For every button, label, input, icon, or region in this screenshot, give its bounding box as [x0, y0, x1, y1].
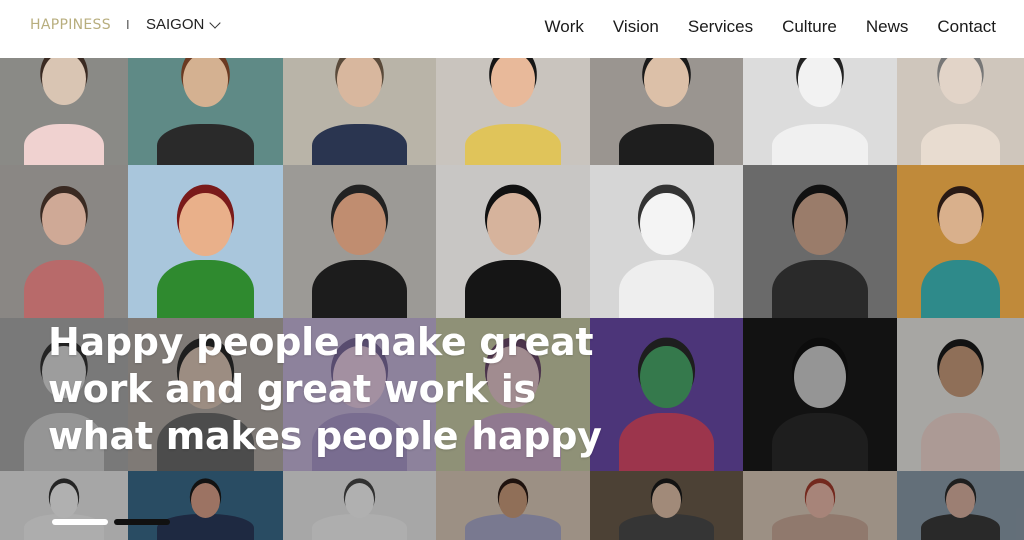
- portrait-face: [183, 58, 228, 107]
- portrait-tile: [283, 471, 436, 540]
- nav-culture[interactable]: Culture: [782, 17, 837, 37]
- portrait-face: [640, 192, 693, 255]
- carousel-dot[interactable]: [52, 519, 108, 525]
- portrait-body: [921, 124, 1000, 165]
- tile-dimmer: [743, 471, 897, 540]
- portrait-tile: [897, 318, 1024, 471]
- portrait-tile: [743, 471, 897, 540]
- portrait-tile: [590, 165, 743, 318]
- portrait-tile: [0, 471, 128, 540]
- portrait-body: [619, 124, 714, 165]
- nav-services[interactable]: Services: [688, 17, 753, 37]
- nav-vision[interactable]: Vision: [613, 17, 659, 37]
- portrait-tile: [897, 58, 1024, 165]
- portrait-body: [619, 259, 714, 318]
- portrait-body: [312, 259, 407, 318]
- portrait-face: [793, 192, 847, 256]
- portrait-tile: [128, 471, 283, 540]
- portrait-body: [24, 124, 104, 165]
- hero-line: Happy people make great: [48, 320, 594, 364]
- portrait-face: [337, 58, 382, 107]
- portrait-body: [24, 259, 104, 318]
- portrait-face: [179, 192, 232, 256]
- tile-dimmer: [897, 318, 1024, 471]
- portrait-tile: [743, 318, 897, 471]
- portrait-tile: [897, 471, 1024, 540]
- portrait-tile: [743, 165, 897, 318]
- portrait-tile: [283, 58, 436, 165]
- portrait-tile: [436, 165, 590, 318]
- nav-work[interactable]: Work: [545, 17, 584, 37]
- portrait-face: [42, 58, 86, 105]
- portrait-face: [486, 192, 540, 256]
- portrait-body: [157, 259, 254, 318]
- hero-line: work and great work is: [48, 367, 536, 411]
- header-separator: I: [126, 17, 130, 32]
- brand-logo[interactable]: HAPPINESS: [30, 17, 111, 33]
- portrait-face: [333, 192, 386, 255]
- portrait-body: [157, 124, 254, 165]
- portrait-face: [938, 192, 983, 245]
- portrait-tile: [436, 471, 590, 540]
- portrait-face: [797, 58, 843, 107]
- portrait-grid: [0, 58, 1024, 540]
- carousel-dot[interactable]: [114, 519, 170, 525]
- portrait-tile: [590, 58, 743, 165]
- portrait-body: [465, 124, 561, 165]
- tile-dimmer: [743, 318, 897, 471]
- hero-line: what makes people happy: [48, 414, 602, 458]
- tile-dimmer: [283, 471, 436, 540]
- chevron-down-icon: [209, 16, 222, 29]
- portrait-tile: [897, 165, 1024, 318]
- portrait-tile: [0, 165, 128, 318]
- tile-dimmer: [590, 471, 743, 540]
- portrait-tile: [590, 471, 743, 540]
- tile-dimmer: [436, 471, 590, 540]
- tile-dimmer: [128, 471, 283, 540]
- portrait-body: [772, 259, 868, 318]
- nav-news[interactable]: News: [866, 17, 909, 37]
- city-selector[interactable]: SAIGON: [146, 16, 222, 33]
- portrait-tile: [0, 58, 128, 165]
- portrait-tile: [283, 165, 436, 318]
- hero-heading: Happy people make great work and great w…: [48, 319, 648, 460]
- portrait-tile: [128, 165, 283, 318]
- portrait-body: [921, 259, 1000, 318]
- portrait-tile: [743, 58, 897, 165]
- portrait-body: [465, 259, 561, 318]
- portrait-tile: [436, 58, 590, 165]
- portrait-body: [772, 124, 868, 165]
- tile-dimmer: [0, 471, 128, 540]
- portrait-body: [312, 124, 407, 165]
- tile-dimmer: [897, 471, 1024, 540]
- site-header: HAPPINESS I SAIGON Work Vision Services …: [0, 0, 1024, 58]
- portrait-tile: [128, 58, 283, 165]
- city-label: SAIGON: [146, 16, 205, 33]
- portrait-face: [938, 58, 983, 105]
- nav-contact[interactable]: Contact: [937, 17, 996, 37]
- portrait-face: [42, 192, 86, 245]
- portrait-face: [490, 58, 536, 107]
- main-nav: Work Vision Services Culture News Contac…: [516, 17, 996, 37]
- portrait-face: [644, 58, 689, 107]
- carousel-indicators: [52, 519, 170, 525]
